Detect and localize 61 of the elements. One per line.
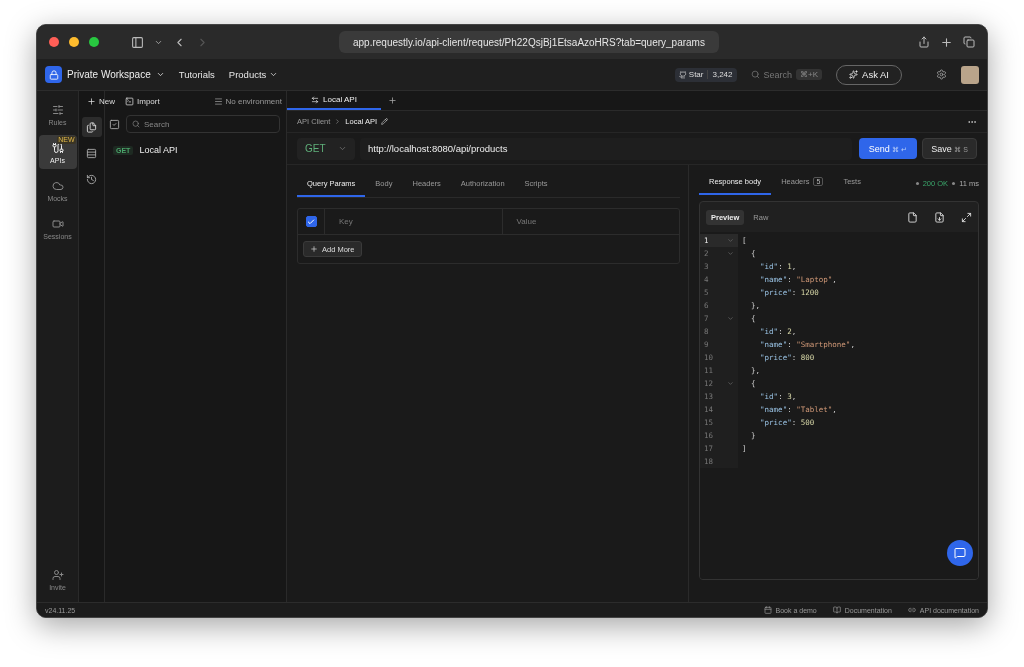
chat-icon xyxy=(954,547,966,559)
nav-link[interactable]: Tutorials xyxy=(178,69,215,80)
share-icon xyxy=(918,36,930,48)
terminal-icon xyxy=(125,96,134,106)
chevron-down-icon xyxy=(155,70,165,79)
chevron-down-icon xyxy=(338,144,347,153)
lock-icon xyxy=(45,66,62,83)
file-icon xyxy=(907,211,918,223)
plug-icon xyxy=(51,142,64,154)
video-icon xyxy=(51,218,64,230)
import-button[interactable]: Import xyxy=(125,96,160,106)
search-icon xyxy=(750,70,760,79)
zoom-dot[interactable] xyxy=(89,37,99,47)
panel-button[interactable] xyxy=(81,117,102,137)
plus-icon xyxy=(310,245,318,253)
environment-selector[interactable]: No environment xyxy=(213,96,282,106)
search-field[interactable]: Search ⌘+K xyxy=(750,69,823,80)
rows-icon xyxy=(86,147,97,159)
search-icon xyxy=(132,120,140,128)
tabs-icon xyxy=(963,36,975,48)
separator-dot xyxy=(952,181,956,185)
github-icon xyxy=(678,70,687,79)
arrows-icon xyxy=(311,95,320,104)
search-field[interactable]: Search xyxy=(126,115,280,133)
minimize-dot[interactable] xyxy=(69,37,79,47)
github-star-button[interactable]: Star 3,242 xyxy=(674,67,737,82)
key-input[interactable]: Key xyxy=(324,209,502,234)
link-icon xyxy=(907,606,916,614)
plus-icon xyxy=(87,96,96,106)
separator-dot xyxy=(915,181,919,185)
download-icon xyxy=(934,211,945,223)
bars-icon xyxy=(213,96,223,106)
calendar-icon xyxy=(763,606,772,614)
avatar[interactable] xyxy=(961,65,979,84)
user-plus-icon xyxy=(51,569,64,581)
files-icon xyxy=(86,121,97,133)
new-button[interactable]: New xyxy=(87,96,115,106)
cloud-icon xyxy=(51,180,64,192)
chevron-right-icon xyxy=(334,118,342,125)
workspace-selector[interactable]: Private Workspace xyxy=(45,66,165,83)
url-field[interactable]: http://localhost:8080/api/products xyxy=(360,137,852,160)
request-name: Local API xyxy=(139,145,178,155)
sparkles-icon xyxy=(849,70,859,79)
book-icon xyxy=(832,606,841,614)
plus-icon xyxy=(940,35,953,49)
ask-ai-button[interactable]: Ask AI xyxy=(836,64,902,85)
nav-link[interactable]: Products xyxy=(228,69,279,80)
multi-select-icon xyxy=(109,118,120,130)
pencil-icon xyxy=(381,118,389,125)
settings-icon xyxy=(936,69,947,80)
value-input[interactable]: Value xyxy=(501,209,679,234)
address-bar[interactable]: app.requestly.io/api-client/request/Ph22QsjBj1EtsaAzoHRS?tab=query_params xyxy=(339,31,719,53)
request-tab[interactable]: Local API xyxy=(287,91,381,110)
sliders-icon xyxy=(51,104,64,116)
plus-icon xyxy=(387,96,397,105)
method-select[interactable]: GET xyxy=(297,137,355,160)
sidebar-icon xyxy=(131,35,144,49)
expand-icon xyxy=(961,211,972,223)
history-icon xyxy=(86,173,97,185)
checkbox[interactable] xyxy=(305,216,317,227)
close-dot[interactable] xyxy=(49,37,59,47)
